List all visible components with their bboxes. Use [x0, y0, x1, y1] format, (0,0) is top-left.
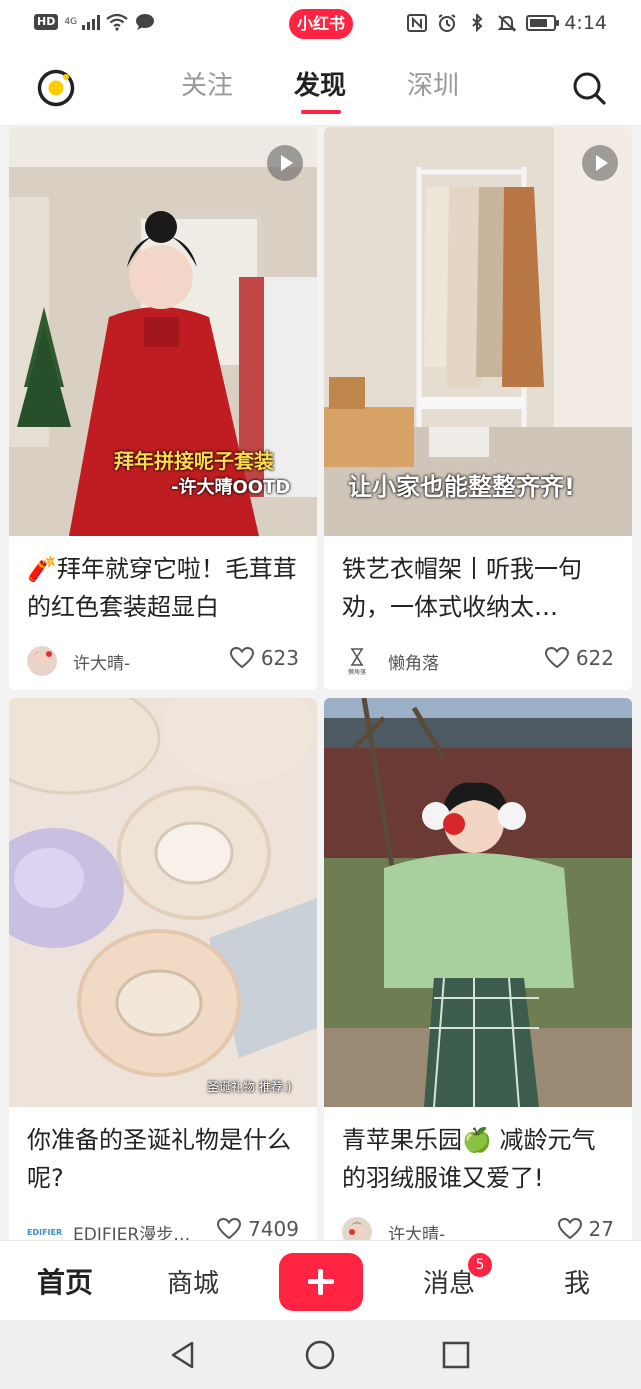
- cover-photo-earbuds: [9, 698, 317, 1107]
- tab-local-city[interactable]: 深圳: [377, 66, 490, 116]
- top-header: 关注 发现 深圳: [0, 48, 641, 126]
- nav-mall[interactable]: 商城: [148, 1263, 238, 1300]
- like-button[interactable]: 27: [557, 1217, 614, 1240]
- author-name[interactable]: EDIFIER漫步…: [73, 1220, 190, 1241]
- avatar[interactable]: EDIFIER: [27, 1217, 65, 1240]
- note-title[interactable]: 你准备的圣诞礼物是什么呢?: [9, 1107, 317, 1203]
- heart-icon: [229, 646, 254, 669]
- note-title[interactable]: 铁艺衣帽架丨听我一句劝，一体式收纳太…: [324, 536, 632, 632]
- bottom-nav: 首页 商城 消息 5 我: [0, 1240, 641, 1320]
- cover-caption-sub: -许大晴OOTD: [171, 477, 291, 498]
- wifi-icon: [106, 13, 129, 31]
- like-button[interactable]: 7409: [216, 1217, 299, 1240]
- like-count: 622: [575, 646, 614, 670]
- tab-discover[interactable]: 发现: [264, 66, 377, 116]
- nav-me[interactable]: 我: [532, 1263, 622, 1300]
- bluetooth-icon: [472, 14, 483, 32]
- note-cover-image[interactable]: 让小家也能整整齐齐!: [324, 127, 632, 536]
- author-name[interactable]: 许大晴-: [73, 649, 130, 674]
- app-screen: HD 4G 小红书 4:14 关注 发现 深圳 拜年拼接呢子套装 -许大晴OOT…: [0, 0, 641, 1389]
- note-meta: 许大晴- 623: [9, 632, 317, 690]
- message-count-badge: 5: [468, 1253, 492, 1277]
- cover-caption: 拜年拼接呢子套装: [114, 449, 274, 473]
- status-left: HD 4G: [34, 13, 156, 31]
- like-count: 7409: [248, 1217, 299, 1240]
- cover-caption: 让小家也能整整齐齐!: [348, 473, 575, 501]
- post-button[interactable]: [279, 1253, 363, 1311]
- nav-home[interactable]: 首页: [20, 1261, 110, 1301]
- feed-tabs: 关注 发现 深圳: [150, 66, 490, 116]
- like-button[interactable]: 622: [544, 646, 614, 670]
- battery-icon: [526, 15, 560, 31]
- note-title[interactable]: 🧨拜年就穿它啦！毛茸茸的红色套装超显白: [9, 536, 317, 632]
- signal-icon: [82, 14, 101, 30]
- status-bar: HD 4G 小红书 4:14: [0, 0, 641, 48]
- app-badge: 小红书: [289, 9, 353, 39]
- hd-indicator: HD: [34, 14, 59, 30]
- battery-level: [530, 19, 547, 27]
- heart-icon: [544, 646, 569, 669]
- cover-caption: 圣诞礼物 推荐:): [207, 1080, 292, 1094]
- video-play-icon: [267, 145, 303, 181]
- heart-icon: [217, 1217, 242, 1240]
- nfc-icon: [407, 14, 428, 32]
- search-icon[interactable]: [569, 68, 609, 108]
- recents-square-icon[interactable]: [439, 1338, 473, 1372]
- alarm-icon: [438, 14, 456, 32]
- mute-icon: [497, 15, 517, 32]
- video-play-icon: [582, 145, 618, 181]
- like-count: 27: [588, 1217, 614, 1240]
- note-meta: 懒角落 懒角落 622: [324, 632, 632, 690]
- note-card[interactable]: 拜年拼接呢子套装 -许大晴OOTD 🧨拜年就穿它啦！毛茸茸的红色套装超显白 许大…: [9, 127, 317, 690]
- avatar[interactable]: [342, 1217, 372, 1240]
- camera-record-icon[interactable]: [36, 68, 76, 108]
- feed-grid: 拜年拼接呢子套装 -许大晴OOTD 🧨拜年就穿它啦！毛茸茸的红色套装超显白 许大…: [0, 127, 641, 1240]
- avatar[interactable]: [27, 646, 57, 676]
- like-button[interactable]: 623: [229, 646, 299, 670]
- author-name[interactable]: 懒角落: [388, 649, 439, 674]
- note-meta: 许大晴- 27: [324, 1203, 632, 1240]
- svg-text:懒角落: 懒角落: [348, 668, 366, 676]
- network-type: 4G: [64, 16, 78, 27]
- note-title[interactable]: 青苹果乐园🍏 减龄元气的羽绒服谁又爱了!: [324, 1107, 632, 1203]
- note-cover-image[interactable]: 拜年拼接呢子套装 -许大晴OOTD: [9, 127, 317, 536]
- system-nav-bar: [0, 1320, 641, 1389]
- note-card[interactable]: 青苹果乐园🍏 减龄元气的羽绒服谁又爱了! 许大晴- 27: [324, 698, 632, 1240]
- note-meta: EDIFIER EDIFIER漫步… 7409: [9, 1203, 317, 1240]
- avatar[interactable]: 懒角落: [342, 646, 372, 676]
- back-icon[interactable]: [166, 1338, 200, 1372]
- clock: 4:14: [564, 12, 607, 34]
- note-card[interactable]: 让小家也能整整齐齐! 铁艺衣帽架丨听我一句劝，一体式收纳太… 懒角落 懒角落 6…: [324, 127, 632, 690]
- author-name[interactable]: 许大晴-: [388, 1220, 445, 1241]
- chat-bubble-icon: [136, 14, 155, 30]
- cover-photo-green-jacket: [324, 698, 632, 1107]
- status-right: 4:14: [406, 12, 607, 34]
- tab-following[interactable]: 关注: [151, 66, 264, 116]
- note-cover-image[interactable]: 圣诞礼物 推荐:): [9, 698, 317, 1107]
- heart-icon: [557, 1217, 582, 1240]
- note-card[interactable]: 圣诞礼物 推荐:) 你准备的圣诞礼物是什么呢? EDIFIER EDIFIER漫…: [9, 698, 317, 1240]
- like-count: 623: [260, 646, 299, 670]
- note-cover-image[interactable]: [324, 698, 632, 1107]
- home-circle-icon[interactable]: [303, 1338, 337, 1372]
